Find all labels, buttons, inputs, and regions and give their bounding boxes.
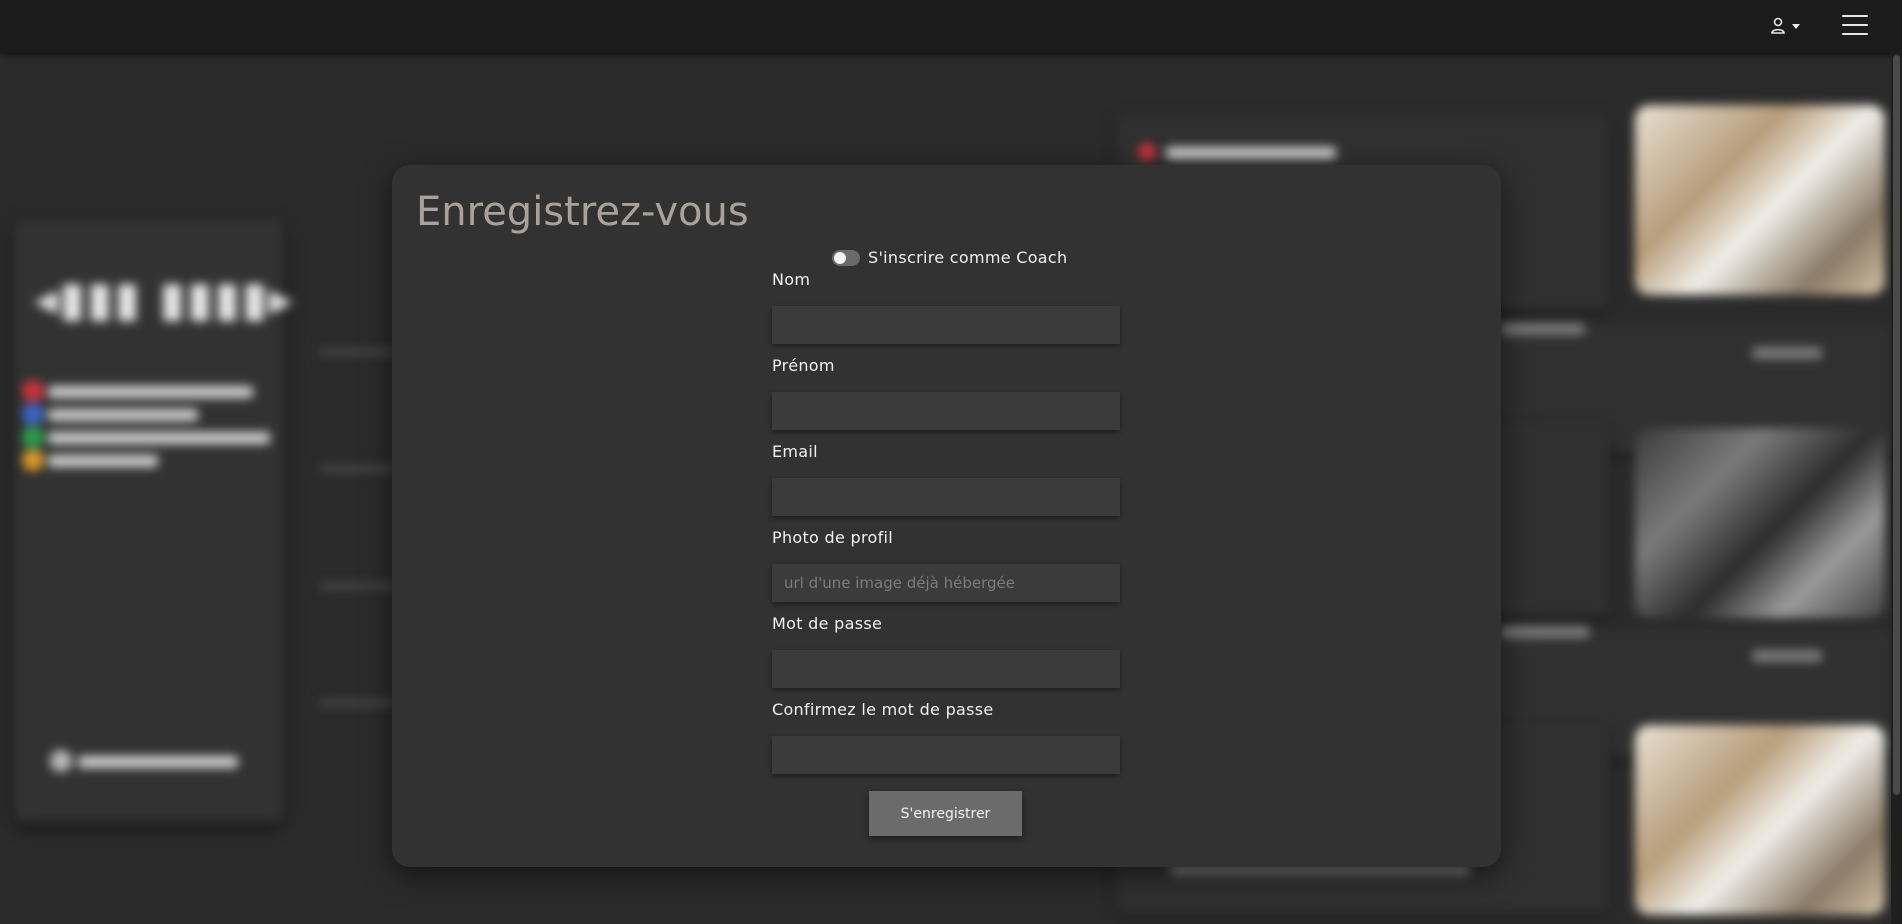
- confirm-password-label: Confirmez le mot de passe: [772, 700, 994, 719]
- timeline-line: [320, 467, 400, 471]
- user-menu-toggle[interactable]: [1770, 14, 1814, 38]
- event-title-bar: [1500, 323, 1585, 335]
- timeline-line: [320, 350, 400, 354]
- field-photo: Photo de profil: [772, 528, 1120, 614]
- event-title-bar: [1500, 626, 1590, 638]
- field-nom: Nom: [772, 270, 1120, 356]
- coach-switch[interactable]: [832, 249, 860, 266]
- caret-down-icon: [1792, 23, 1800, 29]
- photo-url-input[interactable]: [772, 564, 1120, 602]
- legend-dot-green: [22, 426, 44, 448]
- page-scrollbar[interactable]: [1891, 53, 1902, 924]
- legend-text-bar: [48, 432, 270, 444]
- hamburger-line: [1842, 15, 1868, 17]
- legend-dot-orange: [22, 449, 44, 471]
- legend-text-bar: [48, 386, 253, 398]
- modal-title: Enregistrez-vous: [416, 189, 749, 235]
- nom-label: Nom: [772, 270, 811, 289]
- email-input[interactable]: [772, 478, 1120, 516]
- legend-dot-blue: [22, 403, 44, 425]
- user-icon: [1771, 17, 1785, 34]
- timeline-line: [320, 584, 400, 588]
- field-confirm: Confirmez le mot de passe: [772, 700, 1120, 786]
- hamburger-icon[interactable]: [1842, 15, 1868, 35]
- event-dot-red: [1138, 143, 1156, 161]
- photo-label: Photo de profil: [772, 528, 894, 547]
- hamburger-line: [1842, 33, 1868, 35]
- confirm-password-input[interactable]: [772, 736, 1120, 774]
- legend-text-bar: [48, 455, 158, 467]
- event-photo: [1635, 725, 1885, 915]
- registration-form: Nom Prénom Email Photo de profil Mot de …: [772, 270, 1120, 786]
- legend-dot-grey: [50, 750, 72, 772]
- legend-text-bar: [78, 756, 238, 768]
- password-input[interactable]: [772, 650, 1120, 688]
- field-password: Mot de passe: [772, 614, 1120, 700]
- event-photo: [1635, 428, 1885, 618]
- prenom-label: Prénom: [772, 356, 835, 375]
- field-prenom: Prénom: [772, 356, 1120, 442]
- calendar-month-heading: ◂▮▮▮ ▮▮▮▮▸: [34, 271, 294, 327]
- hamburger-line: [1842, 24, 1868, 26]
- prenom-input[interactable]: [772, 392, 1120, 430]
- event-button-bar: [1752, 650, 1822, 662]
- nom-input[interactable]: [772, 306, 1120, 344]
- event-photo: [1635, 105, 1885, 295]
- field-email: Email: [772, 442, 1120, 528]
- legend-text-bar: [48, 409, 198, 421]
- coach-toggle[interactable]: S'inscrire comme Coach: [832, 248, 1067, 267]
- coach-toggle-label: S'inscrire comme Coach: [868, 248, 1068, 267]
- timeline-line: [320, 701, 400, 705]
- top-navbar: [0, 0, 1902, 53]
- legend-dot-red: [22, 380, 44, 402]
- registration-modal: Enregistrez-vous S'inscrire comme Coach …: [392, 165, 1501, 867]
- event-button-bar: [1752, 347, 1822, 359]
- scrollbar-thumb[interactable]: [1893, 55, 1900, 795]
- register-button[interactable]: S'enregistrer: [869, 791, 1022, 836]
- switch-knob: [834, 251, 846, 264]
- password-label: Mot de passe: [772, 614, 883, 633]
- event-date-bar: [1166, 147, 1336, 159]
- email-label: Email: [772, 442, 818, 461]
